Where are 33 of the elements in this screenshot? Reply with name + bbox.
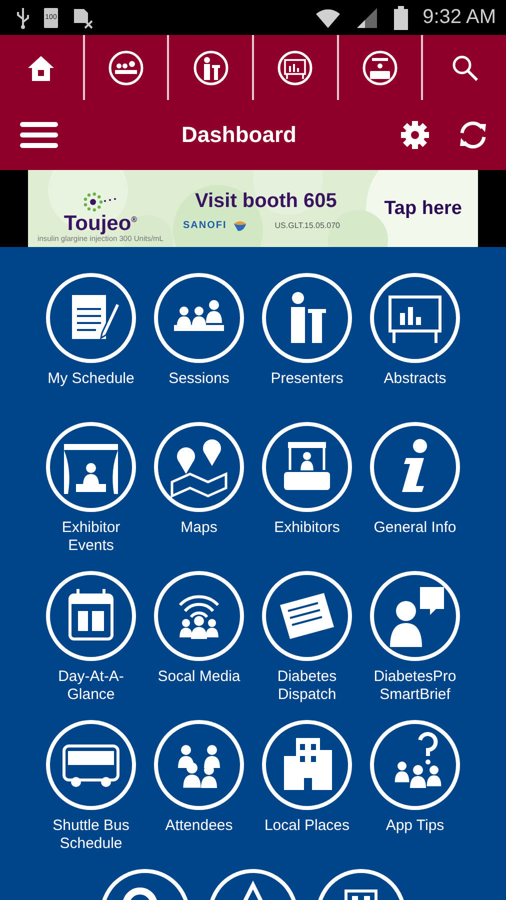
chart-board-icon	[369, 272, 461, 364]
people-group-icon	[153, 719, 245, 811]
ad-headline: Visit booth 605	[195, 190, 338, 213]
schedule-icon	[45, 272, 137, 364]
bus-icon	[45, 719, 137, 811]
brand-name: Toujeo$^{®}$	[64, 213, 138, 234]
clock-time: 9:32 AM	[422, 6, 496, 29]
swirl-logo-icon	[232, 219, 247, 231]
stage-icon	[45, 421, 137, 513]
map-pins-icon	[153, 421, 245, 513]
refresh-icon	[458, 120, 488, 150]
usb-icon	[16, 6, 30, 28]
ad-call-to-action: Tap here	[384, 198, 462, 220]
info-icon	[369, 421, 461, 513]
people-question-icon	[369, 719, 461, 811]
page-title: Dashboard	[180, 122, 298, 148]
social-icon	[153, 570, 245, 662]
presenter-icon	[261, 272, 353, 364]
sessions-icon	[153, 272, 245, 364]
booth-icon	[261, 421, 353, 513]
sim-card-icon	[72, 6, 94, 28]
battery-icon	[392, 6, 409, 30]
signal-icon	[354, 6, 379, 28]
newspaper-icon	[261, 570, 353, 662]
search-icon	[450, 54, 479, 82]
settings-icon	[400, 120, 430, 150]
company-name: SANOFI	[183, 220, 227, 230]
speech-person-icon	[369, 570, 461, 662]
buildings-icon	[261, 719, 353, 811]
calendar-icon	[45, 570, 137, 662]
ad-reference-code: US.GLT.15.05.070	[274, 220, 340, 230]
menu-icon	[20, 121, 58, 149]
wifi-icon	[314, 6, 341, 28]
